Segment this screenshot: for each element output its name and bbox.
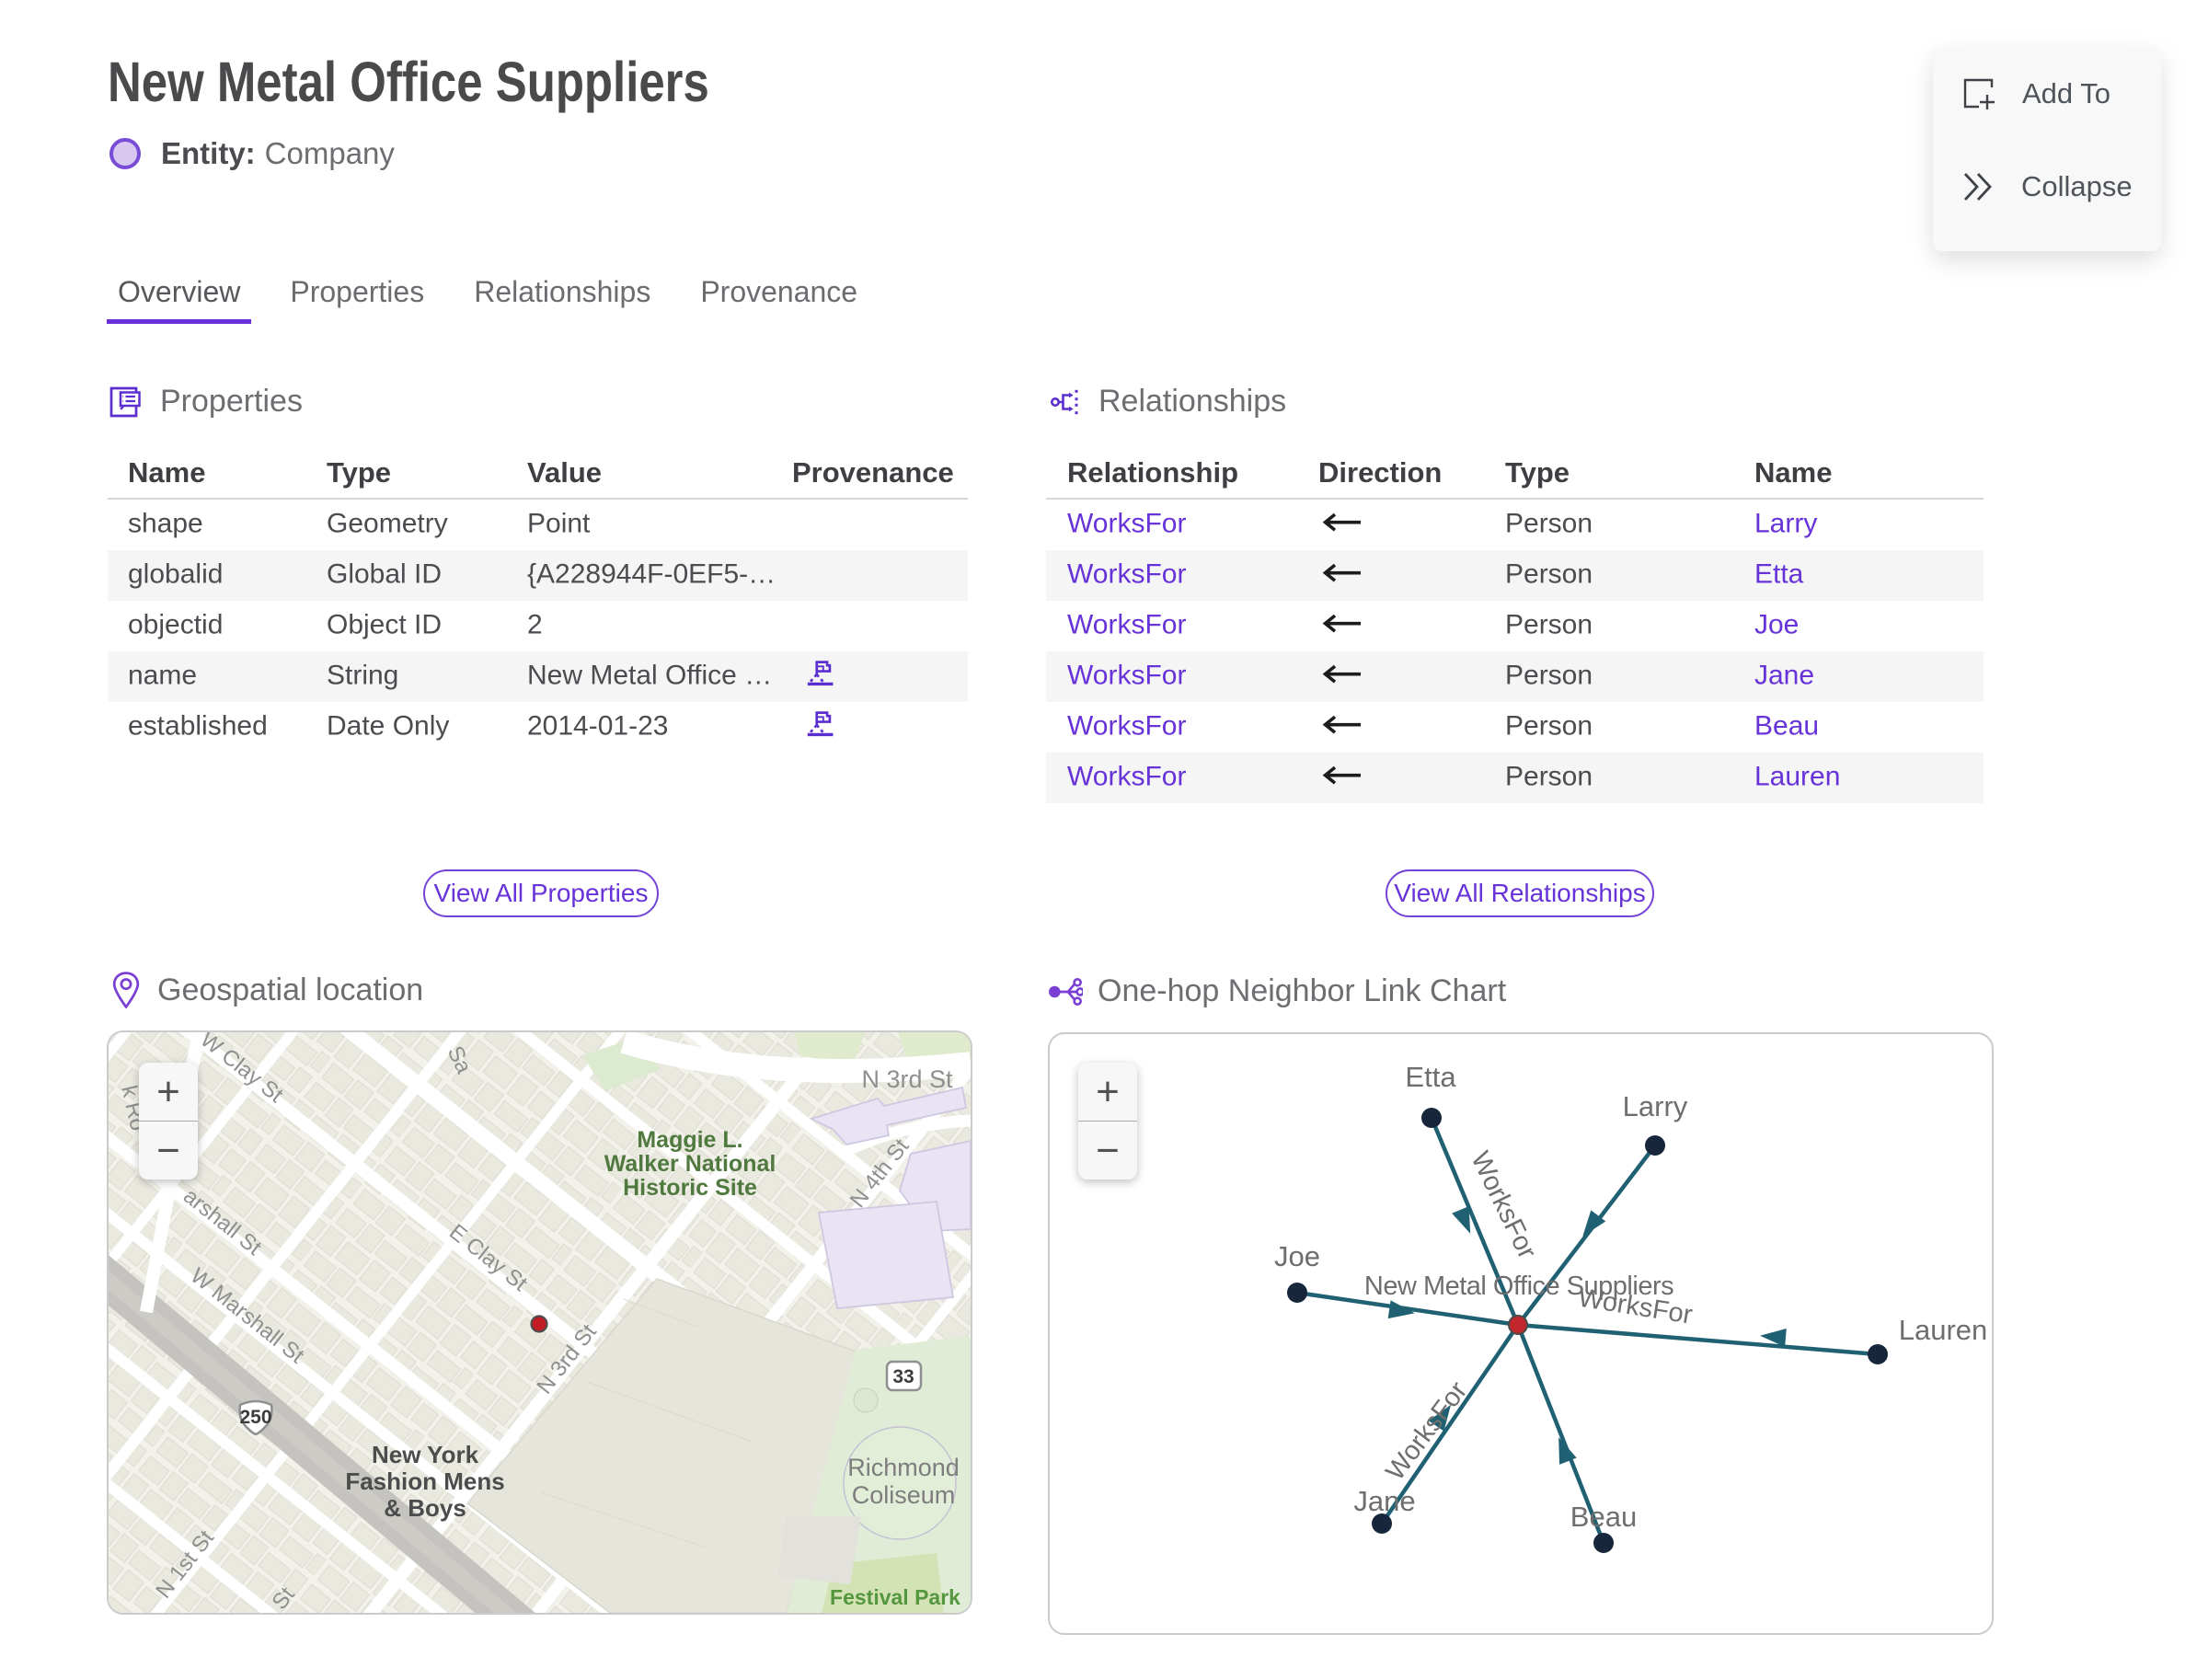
svg-text:250: 250 [239, 1407, 271, 1428]
svg-text:Lauren: Lauren [1899, 1314, 1988, 1346]
svg-text:33: 33 [892, 1366, 914, 1387]
svg-text:Etta: Etta [1405, 1061, 1456, 1093]
svg-text:Beau: Beau [1570, 1501, 1637, 1533]
svg-text:Joe: Joe [1274, 1240, 1320, 1272]
svg-text:New York: New York [372, 1441, 479, 1468]
svg-text:Festival Park: Festival Park [830, 1585, 960, 1609]
svg-text:Historic Site: Historic Site [623, 1175, 757, 1201]
svg-text:Walker National: Walker National [604, 1151, 776, 1177]
svg-text:Maggie L.: Maggie L. [637, 1127, 742, 1153]
svg-text:WorksFor: WorksFor [1380, 1376, 1473, 1486]
svg-text:WorksFor: WorksFor [1465, 1147, 1542, 1264]
svg-text:Jane: Jane [1353, 1485, 1415, 1517]
svg-text:Coliseum: Coliseum [852, 1481, 956, 1509]
svg-text:N 3rd St: N 3rd St [861, 1065, 953, 1093]
svg-text:& Boys: & Boys [384, 1494, 466, 1522]
svg-text:Larry: Larry [1623, 1090, 1688, 1122]
svg-text:Richmond: Richmond [847, 1454, 960, 1481]
svg-text:Fashion Mens: Fashion Mens [345, 1467, 504, 1495]
